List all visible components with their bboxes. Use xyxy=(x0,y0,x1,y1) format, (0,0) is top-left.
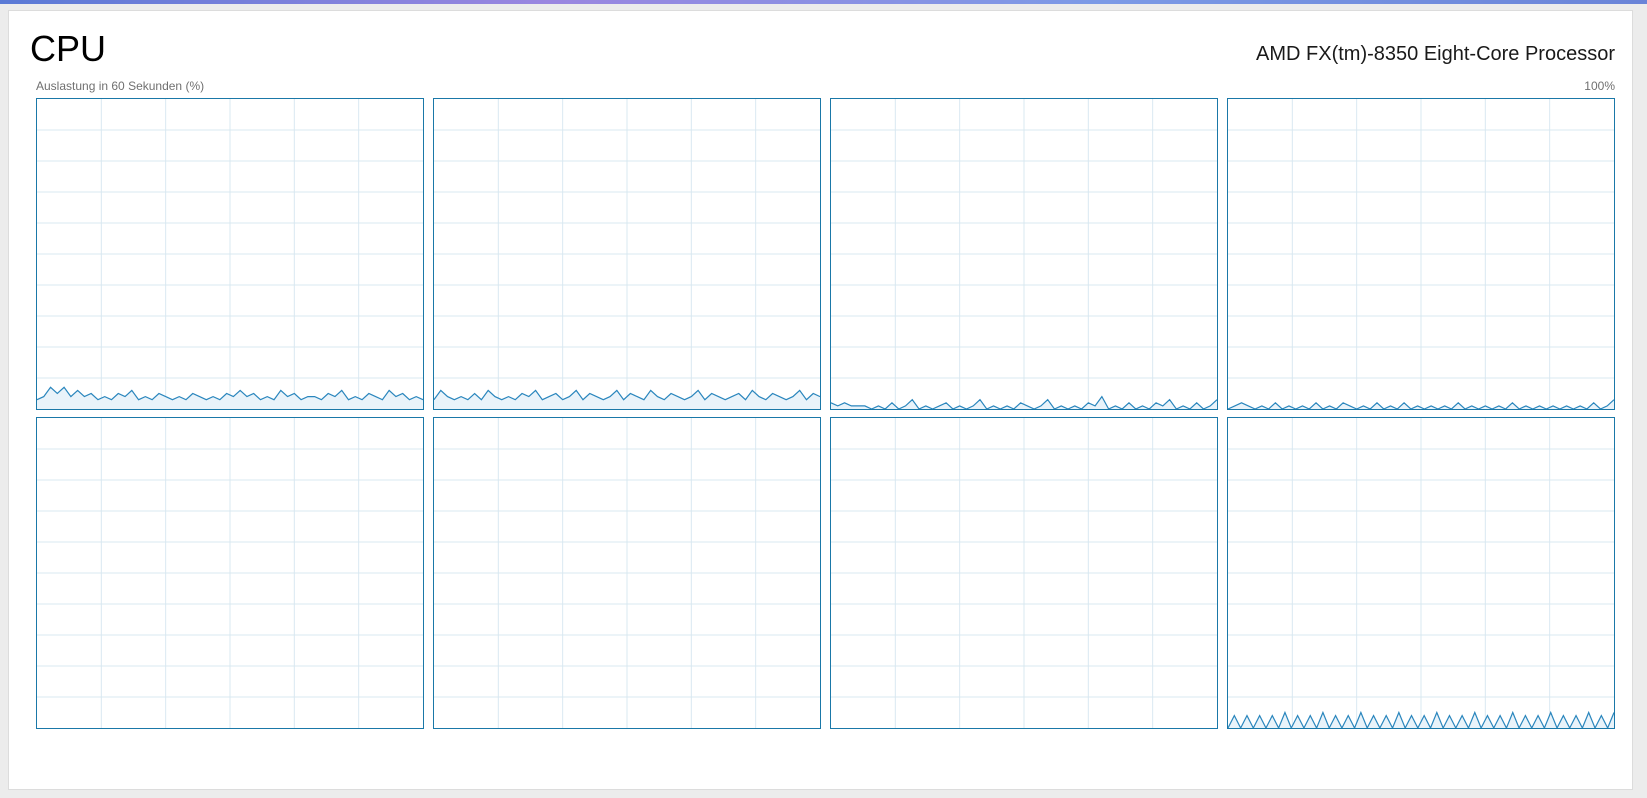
utilization-caption: Auslastung in 60 Sekunden (%) xyxy=(36,79,205,93)
cpu-performance-panel: CPU AMD FX(tm)-8350 Eight-Core Processor… xyxy=(8,10,1633,790)
core-graph-svg xyxy=(434,418,820,728)
core-graph-2 xyxy=(830,98,1218,410)
core-graph-5 xyxy=(433,417,821,729)
core-graphs-grid xyxy=(36,98,1616,740)
window-top-accent xyxy=(0,0,1647,4)
page-title: CPU xyxy=(30,28,107,69)
core-graph-svg xyxy=(831,99,1217,409)
core-graph-1 xyxy=(433,98,821,410)
core-graph-svg xyxy=(1228,99,1614,409)
core-graph-4 xyxy=(36,417,424,729)
core-graph-svg xyxy=(37,99,423,409)
core-graph-3 xyxy=(1227,98,1615,410)
core-graph-svg xyxy=(434,99,820,409)
core-graph-0 xyxy=(36,98,424,410)
core-graph-6 xyxy=(830,417,1218,729)
core-graph-svg xyxy=(831,418,1217,728)
max-scale-label: 100% xyxy=(1584,79,1615,93)
core-graph-svg xyxy=(1228,418,1614,728)
core-graph-7 xyxy=(1227,417,1615,729)
core-graph-svg xyxy=(37,418,423,728)
processor-name: AMD FX(tm)-8350 Eight-Core Processor xyxy=(1256,43,1615,65)
